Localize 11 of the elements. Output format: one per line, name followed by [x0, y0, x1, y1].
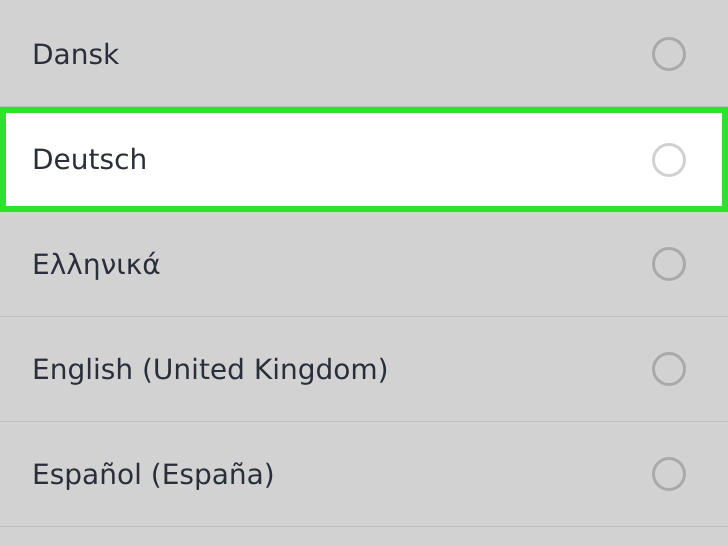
radio-button[interactable]: [652, 142, 686, 176]
language-label: Deutsch: [32, 143, 148, 176]
radio-button[interactable]: [652, 247, 686, 281]
language-label: Español (España): [32, 458, 275, 490]
language-label: English (United Kingdom): [32, 352, 389, 386]
language-label: Dansk: [32, 38, 120, 70]
radio-button[interactable]: [652, 457, 686, 491]
language-row[interactable]: Deutsch: [0, 107, 728, 212]
radio-button[interactable]: [652, 37, 686, 71]
language-label: Ελληνικά: [32, 248, 161, 280]
radio-button[interactable]: [652, 352, 686, 386]
